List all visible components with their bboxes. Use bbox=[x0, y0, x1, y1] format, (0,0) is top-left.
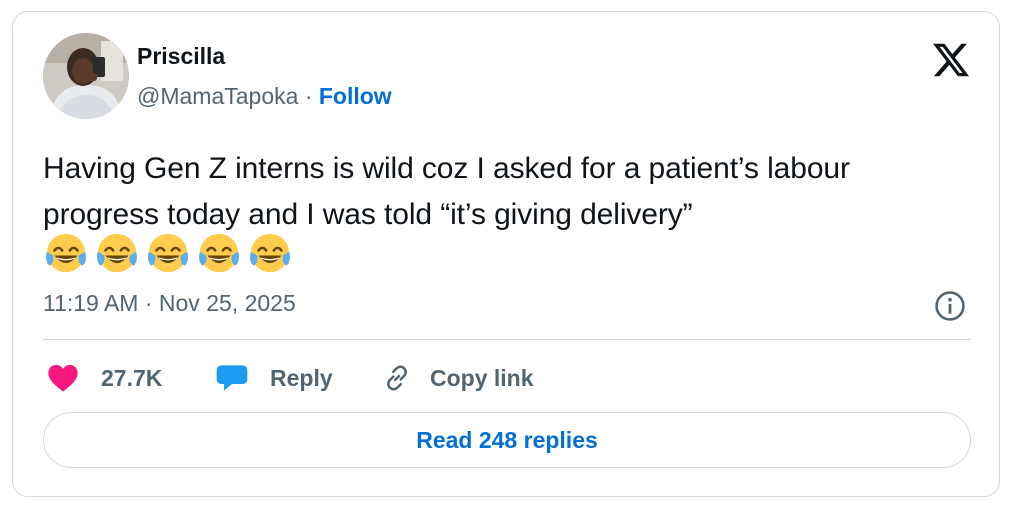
reply-button[interactable]: Reply bbox=[216, 361, 333, 395]
link-icon bbox=[387, 365, 407, 391]
tweet-text: Having Gen Z interns is wild coz I asked… bbox=[43, 152, 850, 231]
author-handle[interactable]: @MamaTapoka bbox=[137, 83, 298, 109]
face-with-tears-of-joy-icon bbox=[198, 233, 240, 273]
avatar[interactable] bbox=[43, 33, 129, 119]
heart-icon bbox=[48, 364, 78, 392]
x-logo-icon[interactable] bbox=[930, 40, 972, 80]
read-replies-button[interactable]: Read 248 replies bbox=[43, 412, 971, 468]
author-handle-row: @MamaTapoka · Follow bbox=[137, 82, 392, 110]
like-button[interactable]: 27.7K bbox=[47, 361, 162, 395]
speech-bubble-icon bbox=[216, 365, 248, 391]
author-name[interactable]: Priscilla bbox=[137, 42, 225, 70]
divider bbox=[43, 339, 971, 340]
face-with-tears-of-joy-icon bbox=[45, 233, 87, 273]
emoji-row bbox=[43, 230, 293, 276]
copy-link-label: Copy link bbox=[430, 364, 534, 391]
tweet-timestamp[interactable]: 11:19 AM · Nov 25, 2025 bbox=[43, 288, 296, 318]
face-with-tears-of-joy-icon bbox=[96, 233, 138, 273]
face-with-tears-of-joy-icon bbox=[249, 233, 291, 273]
copy-link-button[interactable]: Copy link bbox=[382, 361, 534, 395]
face-with-tears-of-joy-icon bbox=[147, 233, 189, 273]
avatar-photo bbox=[43, 33, 129, 119]
handle-separator: · bbox=[304, 83, 313, 109]
follow-button[interactable]: Follow bbox=[319, 83, 392, 109]
like-count: 27.7K bbox=[101, 364, 163, 391]
reply-label: Reply bbox=[270, 364, 333, 391]
read-replies-label: Read 248 replies bbox=[416, 426, 598, 453]
tweet-embed-card: Priscilla @MamaTapoka · Follow Having Ge… bbox=[12, 11, 1000, 497]
info-icon[interactable] bbox=[933, 289, 967, 323]
